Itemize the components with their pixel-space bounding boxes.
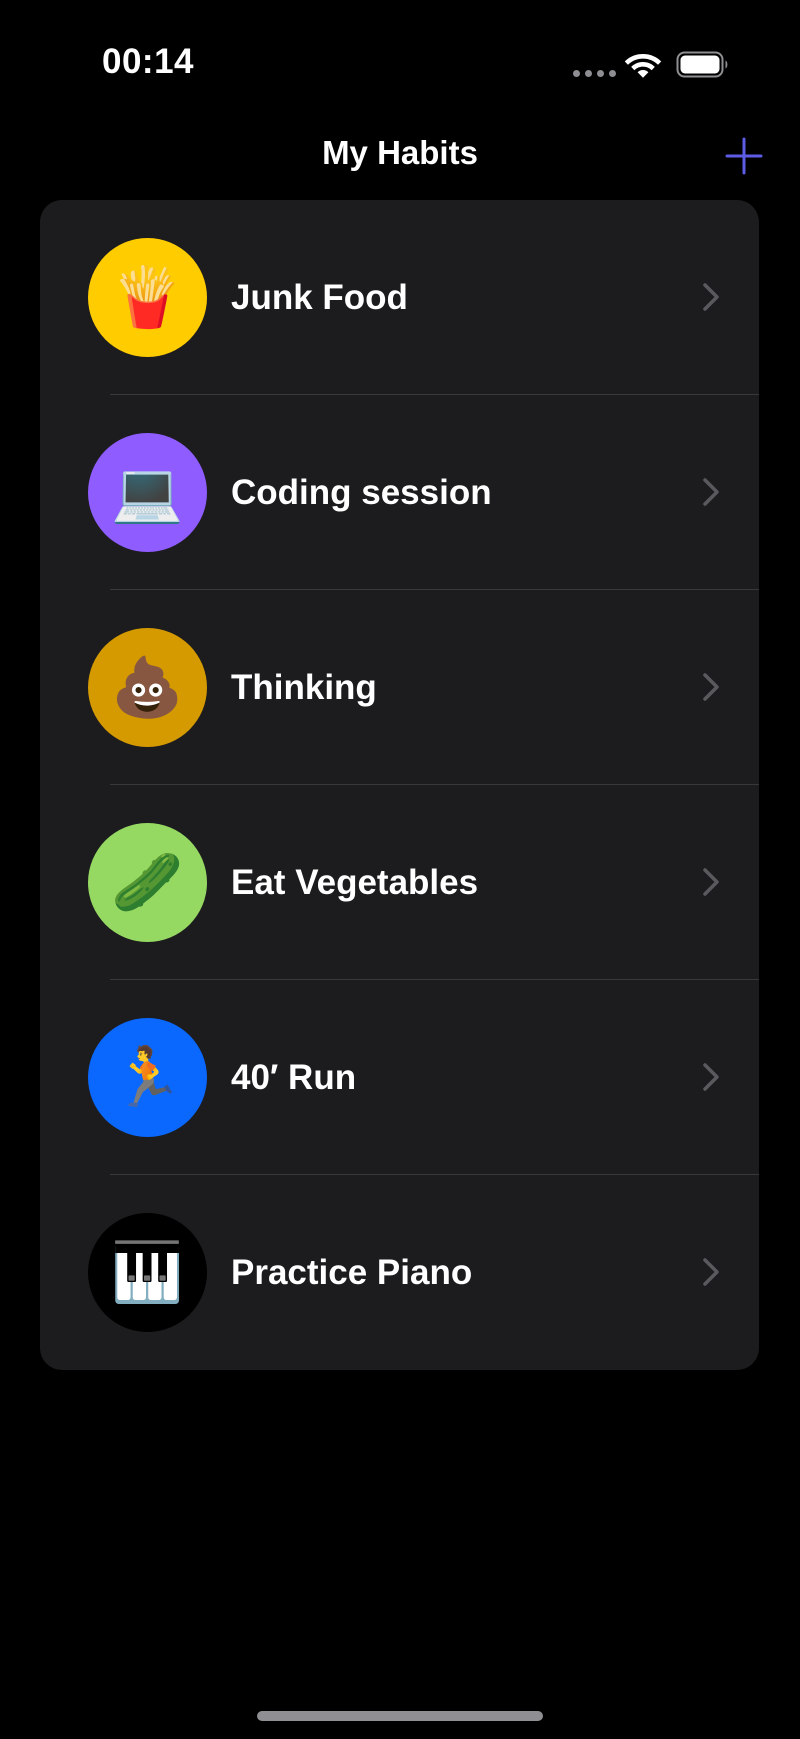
habit-row-thinking[interactable]: 💩 Thinking <box>40 590 759 785</box>
fries-icon: 🍟 <box>88 238 207 357</box>
add-habit-button[interactable] <box>724 136 764 176</box>
habit-label: Coding session <box>231 473 492 512</box>
poop-icon: 💩 <box>88 628 207 747</box>
habit-label: Practice Piano <box>231 1253 473 1292</box>
habit-row-40-run[interactable]: 🏃 40′ Run <box>40 980 759 1175</box>
status-bar: 00:14 <box>0 0 800 120</box>
chevron-right-icon <box>703 283 719 311</box>
habit-label: 40′ Run <box>231 1058 357 1097</box>
home-indicator[interactable] <box>257 1711 543 1721</box>
cucumber-icon: 🥒 <box>88 823 207 942</box>
habit-row-coding-session[interactable]: 💻 Coding session <box>40 395 759 590</box>
chevron-right-icon <box>703 868 719 896</box>
wifi-icon <box>624 54 662 78</box>
habit-label: Thinking <box>231 668 377 707</box>
habit-label: Eat Vegetables <box>231 863 479 902</box>
habit-label: Junk Food <box>231 278 408 317</box>
chevron-right-icon <box>703 1258 719 1286</box>
status-time: 00:14 <box>102 42 195 81</box>
plus-icon <box>725 137 763 175</box>
piano-keys-icon: 🎹 <box>88 1213 207 1332</box>
page-title: My Habits <box>322 134 478 171</box>
chevron-right-icon <box>703 478 719 506</box>
runner-icon: 🏃 <box>88 1018 207 1137</box>
habit-row-practice-piano[interactable]: 🎹 Practice Piano <box>40 1175 759 1370</box>
chevron-right-icon <box>703 673 719 701</box>
chevron-right-icon <box>703 1063 719 1091</box>
battery-icon <box>676 51 728 78</box>
habit-row-junk-food[interactable]: 🍟 Junk Food <box>40 200 759 395</box>
cellular-signal-icon <box>573 70 616 77</box>
habits-list: 🍟 Junk Food 💻 Coding session 💩 Thinking … <box>40 200 759 1370</box>
laptop-icon: 💻 <box>88 433 207 552</box>
habit-row-eat-vegetables[interactable]: 🥒 Eat Vegetables <box>40 785 759 980</box>
